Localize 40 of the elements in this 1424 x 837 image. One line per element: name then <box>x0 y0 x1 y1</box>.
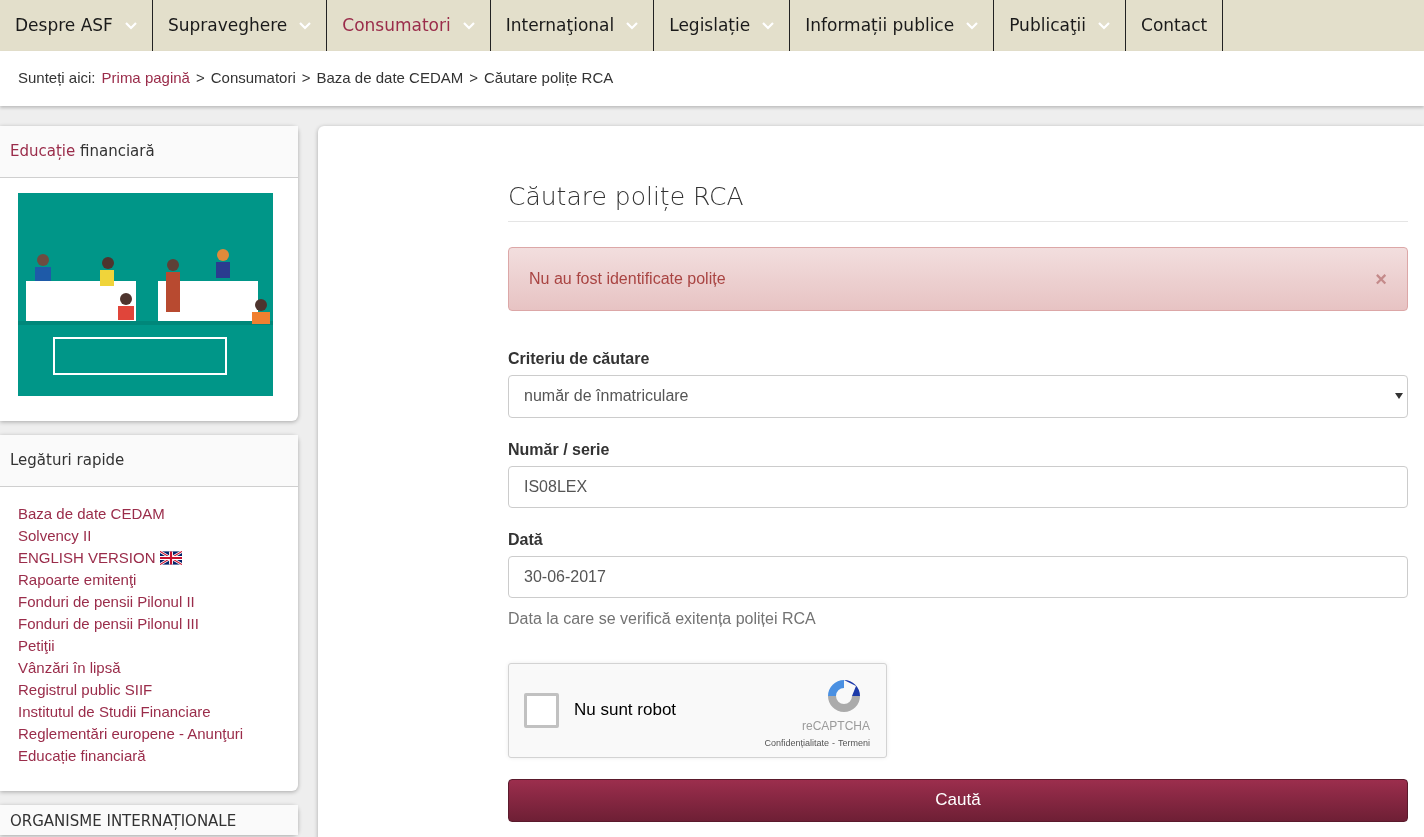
quick-link[interactable]: Baza de date CEDAM <box>18 503 165 525</box>
checkbox[interactable] <box>524 692 559 728</box>
field-label: Dată <box>508 529 544 550</box>
quick-link[interactable]: Reglementări europene - Anunţuri <box>18 723 244 745</box>
card-title: Educație financiară <box>10 141 155 163</box>
quick-link[interactable]: Registrul public SIIF <box>18 679 153 701</box>
field-label: Criteriu de căutare <box>508 348 651 369</box>
input-field[interactable]: IS08LEX <box>508 465 1408 508</box>
breadcrumb-item: Căutare polițe RCA <box>484 68 614 89</box>
terms-link[interactable]: Termeni <box>838 736 870 751</box>
page-title: Căutare polițe RCA <box>508 181 745 213</box>
quick-link[interactable]: ENGLISH VERSION <box>18 547 182 569</box>
captcha-label: Nu sunt robot <box>574 699 678 722</box>
field-label: Număr / serie <box>508 439 611 460</box>
breadcrumb-item: Baza de date CEDAM <box>316 68 464 89</box>
alert-message: Nu au fost identificate polițe <box>529 268 726 289</box>
quick-link[interactable]: Institutul de Studii Financiare <box>18 701 211 723</box>
search-button[interactable]: Caută <box>508 778 1408 822</box>
breadcrumb-link[interactable]: Prima pagină <box>101 67 190 90</box>
quick-link[interactable]: Educație financiară <box>18 745 146 767</box>
captcha-brand: reCAPTCHA <box>802 717 870 735</box>
input-field[interactable]: 30-06-2017 <box>508 555 1408 598</box>
card-title: ORGANISME INTERNAȚIONALE <box>10 811 237 832</box>
help-text: Data la care se verifică exitența poliței RCA <box>508 608 817 629</box>
select-field[interactable]: număr de înmatriculare <box>508 374 1408 418</box>
quick-link[interactable]: Rapoarte emitenţi <box>18 569 137 591</box>
breadcrumb-separator: > <box>195 68 205 89</box>
breadcrumb-label: Sunteți aici: <box>18 68 96 89</box>
quick-link[interactable]: Solvency II <box>18 525 92 547</box>
breadcrumb-separator: > <box>301 68 311 89</box>
quick-link[interactable]: Vânzări în lipsă <box>18 657 121 679</box>
quick-link[interactable]: Petiţii <box>18 635 55 657</box>
card-title: Legături rapide <box>10 450 125 472</box>
breadcrumb-item: Consumatori <box>210 68 296 89</box>
link-separator: - <box>832 736 835 750</box>
quick-link[interactable]: Fonduri de pensii Pilonul III <box>18 613 199 635</box>
breadcrumb-separator: > <box>469 68 479 89</box>
privacy-link[interactable]: Confidențialitate <box>764 736 829 751</box>
quick-link[interactable]: Fonduri de pensii Pilonul II <box>18 591 195 613</box>
dropdown-arrow-icon <box>1395 393 1403 399</box>
